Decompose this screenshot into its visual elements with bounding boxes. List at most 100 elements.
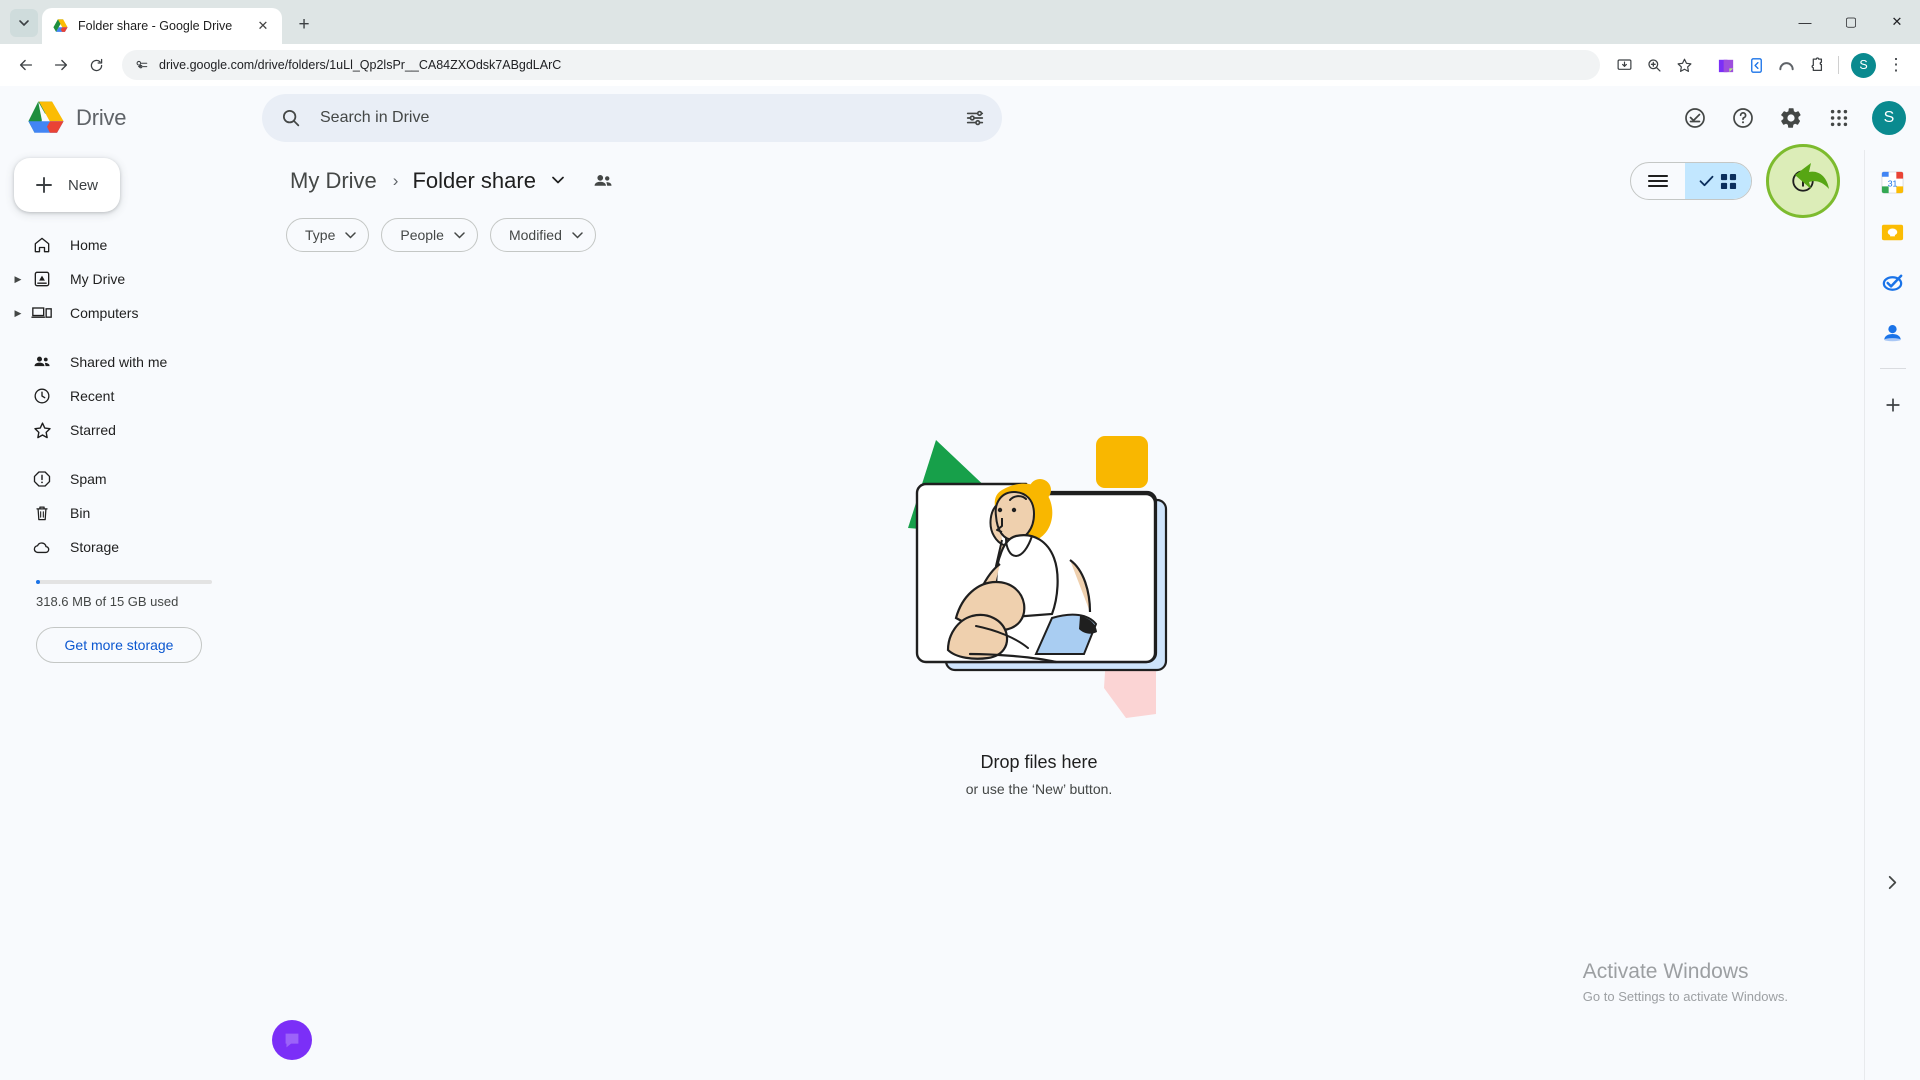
get-more-storage-button[interactable]: Get more storage [36, 627, 202, 663]
sidebar-item-computers[interactable]: ▶ Computers [0, 296, 242, 330]
view-controls [1630, 144, 1840, 218]
add-app-plus-icon[interactable] [1873, 385, 1913, 425]
chat-bubble-icon[interactable] [272, 1020, 312, 1060]
sidebar: New Home ▶ My Drive ▶ Computers Shared w… [0, 150, 256, 1080]
grid-view-button[interactable] [1685, 163, 1751, 199]
filter-chip-people[interactable]: People [381, 218, 478, 252]
svg-text:31: 31 [1888, 178, 1898, 188]
extension-blue-icon[interactable] [1742, 51, 1770, 79]
bookmark-star-icon[interactable] [1670, 51, 1698, 79]
sidebar-label-my-drive: My Drive [70, 271, 126, 287]
forward-button[interactable] [45, 49, 77, 81]
storage-progress-fill [36, 580, 40, 584]
storage-progress-bar[interactable] [36, 580, 212, 584]
filter-chips: Type People Modified [284, 212, 1864, 252]
check-icon [1699, 175, 1714, 187]
sidebar-item-spam[interactable]: Spam [0, 462, 242, 496]
filter-chip-type[interactable]: Type [286, 218, 370, 252]
activity-icon[interactable] [1673, 96, 1717, 140]
sidebar-item-bin[interactable]: Bin [0, 496, 242, 530]
tab-search-button[interactable] [10, 9, 38, 37]
drive-page: Drive Search in Drive S New Home ▶ My Dr… [0, 86, 1920, 1080]
side-panel-divider [1879, 368, 1906, 369]
view-toggle [1630, 162, 1752, 200]
sidebar-label-home: Home [70, 237, 108, 253]
sidebar-item-my-drive[interactable]: ▶ My Drive [0, 262, 242, 296]
site-settings-icon [136, 60, 148, 68]
sidebar-gap-2 [0, 447, 256, 462]
empty-state-title: Drop files here [980, 751, 1098, 772]
search-input[interactable]: Search in Drive [262, 94, 1002, 142]
google-keep-icon[interactable] [1873, 212, 1913, 252]
sidebar-label-storage: Storage [70, 539, 120, 555]
drive-header-actions: S [1673, 96, 1906, 140]
breadcrumb-current-folder[interactable]: Folder share [408, 164, 540, 198]
recent-clock-icon [28, 386, 56, 406]
breadcrumb: My Drive › Folder share [284, 164, 564, 198]
reload-button[interactable] [80, 49, 112, 81]
browser-tab[interactable]: Folder share - Google Drive ✕ [42, 8, 282, 44]
breadcrumb-separator: › [392, 171, 399, 190]
drive-header: Drive Search in Drive S [0, 86, 1920, 150]
account-avatar[interactable]: S [1872, 101, 1906, 135]
sidebar-item-recent[interactable]: Recent [0, 379, 242, 413]
google-calendar-icon[interactable]: 31 [1873, 162, 1913, 202]
extensions-puzzle-icon[interactable] [1802, 51, 1830, 79]
search-placeholder: Search in Drive [320, 109, 430, 126]
filter-chip-modified[interactable]: Modified [489, 218, 596, 252]
google-contacts-icon[interactable] [1873, 312, 1913, 352]
drive-wordmark: Drive [76, 105, 127, 130]
folder-header-row: My Drive › Folder share [284, 144, 1864, 218]
sidebar-item-shared-with-me[interactable]: Shared with me [0, 345, 242, 379]
drive-logo-area[interactable]: Drive [0, 100, 256, 136]
star-icon [28, 420, 56, 441]
zoom-icon[interactable] [1640, 51, 1668, 79]
browser-profile-avatar[interactable]: S [1851, 52, 1876, 78]
url-text: drive.google.com/drive/folders/1uLl_Qp2l… [159, 58, 562, 72]
sidebar-item-home[interactable]: Home [0, 228, 242, 262]
help-icon[interactable] [1721, 96, 1765, 140]
install-icon[interactable] [1610, 51, 1638, 79]
maximize-button[interactable]: ▢ [1828, 0, 1874, 44]
storage-usage-text: 318.6 MB of 15 GB used [36, 594, 179, 609]
list-view-button[interactable] [1631, 163, 1685, 199]
home-icon [28, 235, 56, 255]
back-button[interactable] [10, 49, 42, 81]
view-details-info-button[interactable] [1766, 144, 1840, 218]
extension-purple-icon[interactable] [1712, 51, 1740, 79]
filter-label-people: People [400, 227, 444, 243]
google-tasks-icon[interactable] [1873, 262, 1913, 302]
sidebar-gap-1 [0, 330, 256, 345]
empty-state: Drop files here or use the ‘New’ button. [284, 252, 1794, 1080]
breadcrumb-my-drive[interactable]: My Drive [284, 164, 383, 198]
google-apps-grid-icon[interactable] [1817, 96, 1861, 140]
new-tab-button[interactable]: + [290, 11, 318, 39]
shared-with-me-icon [28, 352, 56, 372]
sidebar-label-bin: Bin [70, 505, 91, 521]
new-button[interactable]: New [14, 158, 120, 212]
minimize-button[interactable]: — [1782, 0, 1828, 44]
new-button-label: New [68, 176, 99, 194]
empty-state-subtitle: or use the ‘New’ button. [965, 780, 1113, 797]
spam-icon [28, 469, 56, 489]
my-drive-icon [28, 269, 56, 289]
toolbar-divider [1838, 56, 1839, 74]
close-window-button[interactable]: ✕ [1874, 0, 1920, 44]
breadcrumb-dropdown-caret[interactable] [552, 175, 564, 187]
address-bar[interactable]: drive.google.com/drive/folders/1uLl_Qp2l… [122, 50, 1600, 80]
side-panel-expand-chevron-right-icon[interactable] [1873, 862, 1913, 902]
sidebar-item-starred[interactable]: Starred [0, 413, 242, 447]
bin-trash-icon [28, 503, 56, 523]
expand-caret-computers[interactable]: ▶ [8, 308, 28, 319]
close-tab-button[interactable]: ✕ [254, 17, 272, 35]
search-options-icon[interactable] [964, 107, 986, 129]
settings-gear-icon[interactable] [1769, 96, 1813, 140]
expand-caret-my-drive[interactable]: ▶ [8, 274, 28, 285]
computers-icon [28, 303, 56, 323]
sidebar-item-storage[interactable]: Storage [0, 530, 242, 564]
google-side-panel: 31 [1864, 150, 1920, 1080]
chrome-menu-button[interactable]: ⋮ [1882, 51, 1910, 79]
search-wrap: Search in Drive [262, 94, 1002, 142]
extension-arc-icon[interactable] [1772, 51, 1800, 79]
manage-access-people-icon[interactable] [586, 164, 620, 198]
